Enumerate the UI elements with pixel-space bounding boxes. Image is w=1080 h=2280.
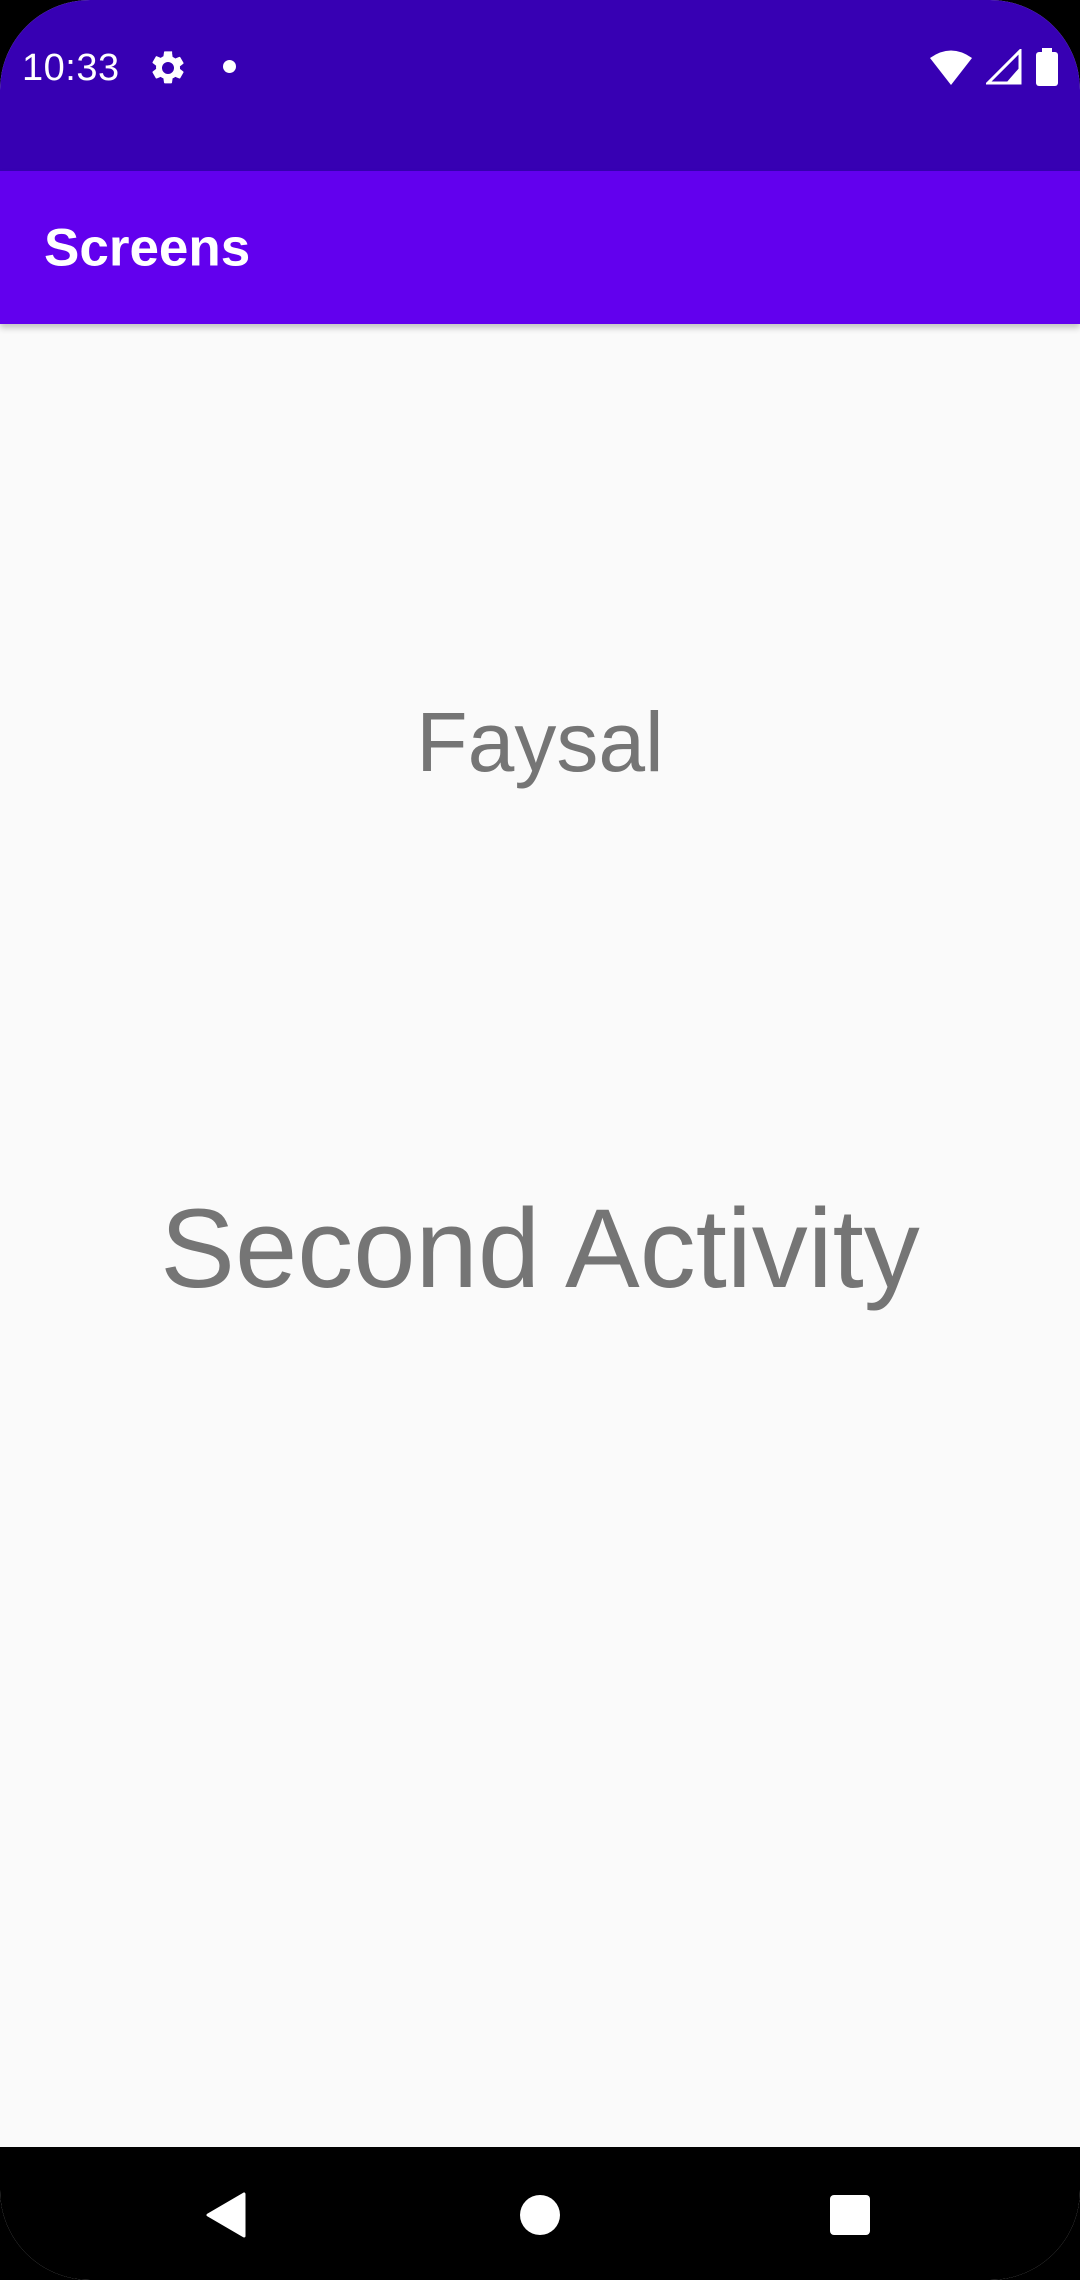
notification-dot-icon bbox=[223, 60, 236, 73]
wifi-icon bbox=[930, 50, 972, 85]
status-icons bbox=[930, 46, 1058, 88]
back-button[interactable] bbox=[176, 2165, 276, 2265]
settings-gear-icon bbox=[152, 51, 184, 84]
cell-signal-icon bbox=[986, 49, 1022, 85]
navigation-bar bbox=[0, 2147, 1080, 2280]
main-content: Faysal Second Activity bbox=[0, 324, 1080, 2147]
app-title: Screens bbox=[44, 218, 251, 277]
recents-icon bbox=[830, 2195, 870, 2235]
home-icon bbox=[520, 2195, 560, 2235]
status-bar: 10:33 bbox=[0, 0, 1080, 171]
activity-label: Second Activity bbox=[160, 1186, 920, 1311]
back-icon bbox=[206, 2192, 246, 2238]
status-time: 10:33 bbox=[22, 47, 120, 89]
recents-button[interactable] bbox=[800, 2165, 900, 2265]
battery-icon bbox=[1036, 48, 1058, 86]
name-label: Faysal bbox=[416, 695, 664, 789]
phone-screen: 10:33 Screens Faysal Second Activity bbox=[0, 0, 1080, 2280]
app-bar: Screens bbox=[0, 171, 1080, 324]
home-button[interactable] bbox=[490, 2165, 590, 2265]
